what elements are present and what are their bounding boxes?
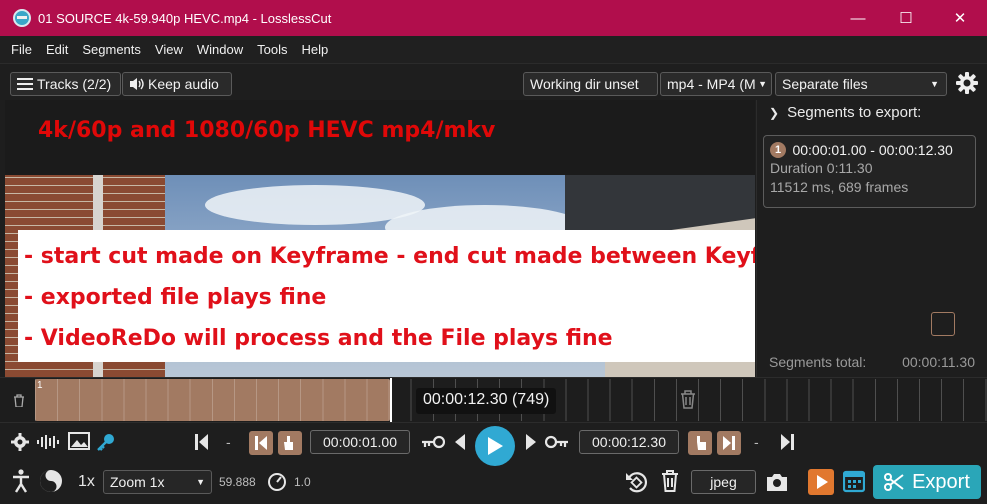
bottom-controls-row: 1x Zoom 1x ▼ 59.888 1.0 jpeg Export [0,462,987,504]
menu-segments[interactable]: Segments [75,42,148,57]
menu-help[interactable]: Help [294,42,335,57]
segments-header[interactable]: ❯ Segments to export: [769,104,921,121]
menu-file[interactable]: File [4,42,39,57]
playback-rate-value: 1.0 [294,475,311,489]
speedometer-icon[interactable] [267,472,287,492]
trash-icon[interactable] [661,470,679,492]
play-button[interactable] [475,426,515,466]
app-logo-icon [13,9,31,27]
video-player[interactable]: 4k/60p and 1080/60p HEVC mp4/mkv - start… [5,100,755,377]
segments-panel: ❯ Segments to export: 1 00:00:01.00 - 00… [756,100,987,377]
settings-gear-icon[interactable] [10,432,30,452]
zoom-value: Zoom 1x [110,474,165,490]
key-right-icon[interactable] [545,435,569,449]
scissors-icon [884,473,904,491]
separator-dash: - [754,434,759,450]
image-thumbnails-icon[interactable] [68,432,90,452]
menu-edit[interactable]: Edit [39,42,75,57]
export-segment-play-icon[interactable] [808,469,834,495]
working-dir-button[interactable]: Working dir unset [523,72,658,96]
camera-icon[interactable] [765,472,789,492]
menu-bar: File Edit Segments View Window Tools Hel… [0,36,987,64]
output-mode-select[interactable]: Separate files ▼ [775,72,947,96]
settings-gear-icon[interactable] [955,71,979,95]
segment-range: 00:00:01.00 - 00:00:12.30 [792,141,953,158]
annotation-line-1: - start cut made on Keyframe - end cut m… [24,244,755,269]
annotation-box: - start cut made on Keyframe - end cut m… [18,230,755,362]
yin-yang-icon[interactable] [39,469,63,493]
playhead[interactable] [390,378,392,422]
close-button[interactable]: ✕ [937,0,983,36]
annotation-line-3: - VideoReDo will process and the File pl… [24,326,613,351]
tracks-button[interactable]: Tracks (2/2) [10,72,121,96]
segment-duration: Duration 0:11.30 [770,160,873,176]
key-icon[interactable] [96,432,116,452]
segment-marker-label: 1 [37,380,43,391]
segment-card[interactable]: 1 00:00:01.00 - 00:00:12.30 Duration 0:1… [763,135,976,208]
step-back-icon[interactable] [454,434,466,450]
chevron-down-icon: ▼ [930,79,939,89]
title-bar: 01 SOURCE 4k-59.940p HEVC.mp4 - Lossless… [0,0,987,36]
play-icon [488,437,503,455]
export-button[interactable]: Export [873,465,981,499]
annotation-line-2: - exported file plays fine [24,285,327,310]
segments-total-value: 00:00:11.30 [902,354,975,370]
accessibility-person-icon[interactable] [11,469,31,493]
cut-end-time-input[interactable]: 00:00:12.30 [579,430,679,454]
menu-tools[interactable]: Tools [250,42,294,57]
keep-audio-button[interactable]: Keep audio [122,72,232,96]
set-cut-end-hand-icon[interactable] [688,431,712,455]
timeline-current-time: 00:00:12.30 (749) [416,388,557,414]
zoom-select[interactable]: Zoom 1x ▼ [103,470,212,494]
segments-total-label: Segments total: [769,354,867,370]
jump-to-cut-end-icon[interactable] [717,431,741,455]
key-left-icon[interactable] [421,435,445,449]
format-select[interactable]: mp4 - MP4 (M ▼ [660,72,772,96]
output-mode-value: Separate files [782,76,868,92]
step-forward-icon[interactable] [525,434,537,450]
rotate-icon[interactable] [624,470,648,494]
speaker-icon [130,78,144,90]
jump-start-icon[interactable] [195,434,209,450]
fps-value: 59.888 [219,475,256,489]
calendar-icon[interactable] [843,469,865,493]
trash-icon[interactable] [680,390,696,409]
top-toolbar: Tracks (2/2) Keep audio Working dir unse… [0,64,987,100]
separator-dash: - [226,434,231,450]
minimize-button[interactable]: — [835,0,881,36]
segments-header-label: Segments to export: [787,104,922,121]
overlay-title-text: 4k/60p and 1080/60p HEVC mp4/mkv [38,118,496,143]
waveform-icon[interactable] [36,434,60,450]
chevron-right-icon: ❯ [769,105,780,120]
segment-details: 11512 ms, 689 frames [770,179,909,195]
playback-speed-label[interactable]: 1x [78,473,95,491]
segment-number-badge: 1 [770,141,786,158]
menu-window[interactable]: Window [190,42,250,57]
trash-icon[interactable] [13,394,25,407]
chevron-down-icon: ▼ [196,477,205,487]
tracks-label: Tracks (2/2) [37,76,112,92]
cut-start-time-input[interactable]: 00:00:01.00 [310,430,410,454]
list-icon [17,78,33,90]
jump-end-icon[interactable] [780,434,794,450]
jump-to-cut-start-icon[interactable] [249,431,273,455]
menu-view[interactable]: View [148,42,190,57]
segment-tools-icon[interactable] [931,312,955,336]
format-value: mp4 - MP4 (M [667,76,756,92]
timeline[interactable]: 1 00:00:12.30 (749) [0,377,987,423]
set-cut-start-hand-icon[interactable] [278,431,302,455]
playback-controls-row: - 00:00:01.00 00:00:12.30 - [0,424,987,466]
chevron-down-icon: ▼ [758,79,767,89]
maximize-button[interactable]: ☐ [883,0,929,36]
keep-audio-label: Keep audio [148,76,219,92]
capture-format-button[interactable]: jpeg [691,470,756,494]
export-label: Export [912,470,970,493]
window-title: 01 SOURCE 4k-59.940p HEVC.mp4 - Lossless… [38,10,332,26]
